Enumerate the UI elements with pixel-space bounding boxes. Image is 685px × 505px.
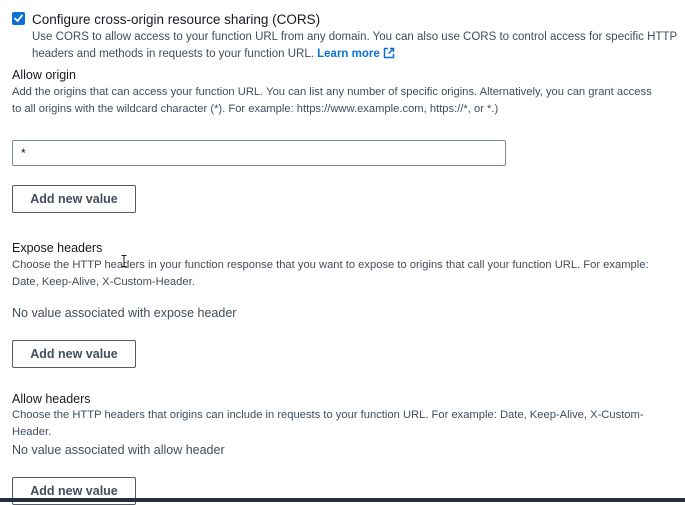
expose-headers-description: Choose the HTTP headers in your function… — [12, 259, 649, 288]
cors-description: Use CORS to allow access to your functio… — [32, 29, 682, 63]
allow-origin-label: Allow origin — [12, 68, 76, 82]
learn-more-link[interactable]: Learn more — [317, 47, 395, 60]
cors-title[interactable]: Configure cross-origin resource sharing … — [32, 12, 320, 28]
text-cursor-icon — [121, 255, 127, 267]
external-link-icon[interactable] — [383, 47, 395, 59]
allow-origin-description: Add the origins that can access your fun… — [12, 86, 652, 115]
learn-more-label[interactable]: Learn more — [317, 48, 380, 60]
expose-headers-label: Expose headers — [12, 241, 103, 255]
bottom-bar — [0, 498, 685, 502]
expose-headers-add-button[interactable]: Add new value — [12, 340, 136, 368]
allow-headers-description: Choose the HTTP headers that origins can… — [12, 409, 644, 438]
allow-origin-add-button[interactable]: Add new value — [12, 185, 136, 213]
expose-headers-empty-text: No value associated with expose header — [12, 306, 237, 320]
allow-headers-label: Allow headers — [12, 392, 91, 406]
allow-origin-input[interactable] — [12, 140, 506, 166]
checkmark-icon — [14, 14, 23, 22]
cors-checkbox[interactable] — [12, 12, 25, 25]
allow-headers-empty-text: No value associated with allow header — [12, 443, 225, 457]
